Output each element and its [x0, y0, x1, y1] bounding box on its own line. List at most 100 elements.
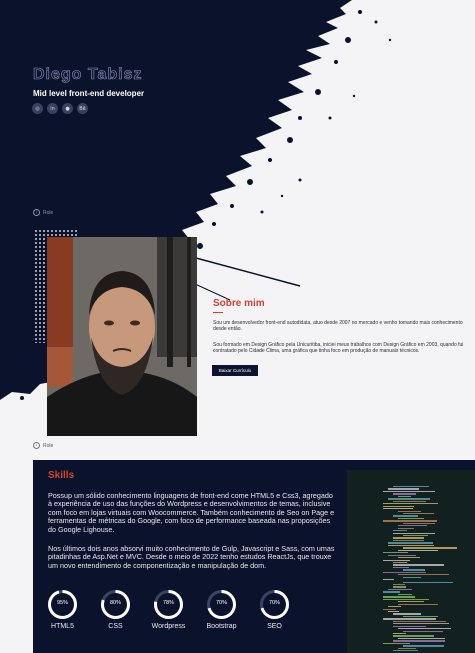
code-line: [388, 498, 430, 500]
code-line: [403, 645, 444, 647]
code-line: [383, 505, 414, 507]
code-line: [393, 500, 426, 502]
code-editor-image: [347, 470, 475, 653]
code-line: [383, 618, 436, 620]
skill-gauges: 95% HTML5 80% CSS 78% Wordpress 70% Boot…: [47, 589, 290, 630]
code-line: [388, 554, 416, 556]
code-line: [398, 525, 427, 527]
hero-role: Mid level front-end developer: [33, 89, 145, 98]
code-line: [393, 584, 405, 586]
skills-section: Skills Possup um sólido conhecimento lin…: [33, 460, 475, 653]
instagram-icon[interactable]: ◎: [32, 103, 43, 114]
code-line: [383, 520, 437, 522]
gauge-label: Bootstrap: [206, 623, 237, 630]
scroll-down-link[interactable]: ↓ Role: [33, 209, 53, 216]
code-line: [388, 588, 412, 591]
skill-gauge-css: 80% CSS: [100, 589, 131, 630]
code-line: [393, 633, 406, 635]
code-line: [388, 610, 399, 613]
code-line: [403, 547, 457, 549]
arrow-down-icon: ↓: [33, 442, 40, 449]
code-line: [398, 637, 445, 640]
code-line: [398, 510, 421, 512]
code-line: [393, 515, 418, 517]
code-line: [398, 517, 424, 520]
code-line: [388, 542, 433, 544]
code-line: [398, 628, 451, 630]
code-line: [393, 635, 434, 637]
skill-gauge-bootstrap: 70% Bootstrap: [206, 589, 237, 630]
gauge-label: HTML5: [51, 623, 74, 630]
code-line: [398, 647, 416, 649]
code-line: [383, 559, 410, 561]
code-line: [383, 571, 426, 574]
about-paragraph-1: Sou um desenvolvedor front-end autodidat…: [213, 320, 463, 332]
linkedin-icon[interactable]: in: [47, 103, 58, 114]
code-line: [403, 615, 438, 618]
gauge-percent: 70%: [215, 600, 227, 606]
code-line: [388, 606, 401, 608]
code-line: [393, 623, 449, 625]
arrow-down-icon: ↓: [33, 209, 40, 216]
gauge-label: SEO: [267, 623, 282, 630]
gauge-label: Wordpress: [151, 623, 186, 630]
gauge-label: CSS: [108, 623, 123, 630]
gauge-percent: 95%: [56, 600, 68, 606]
code-line: [383, 503, 438, 505]
code-line: [393, 539, 424, 542]
download-cv-button[interactable]: Baixar Currículo: [212, 365, 258, 376]
scroll-label: Role: [43, 442, 54, 449]
code-line: [403, 630, 443, 632]
behance-icon[interactable]: Bē: [77, 103, 88, 114]
code-line: [398, 593, 412, 596]
code-line: [393, 537, 424, 539]
social-links: ◎ in ● Bē: [32, 103, 88, 114]
code-line: [383, 490, 435, 493]
code-line: [398, 603, 438, 605]
skill-gauge-wordpress: 78% Wordpress: [151, 589, 186, 630]
code-line: [383, 598, 429, 600]
code-line: [383, 596, 415, 598]
code-line: [393, 613, 421, 615]
skills-paragraph-2: Nos últimos dois anos absorvi muito conh…: [48, 544, 335, 570]
code-line: [398, 495, 411, 498]
code-line: [383, 508, 413, 510]
code-line: [393, 530, 407, 532]
scroll-down-link-2[interactable]: ↓ Role: [33, 442, 53, 449]
code-line: [393, 586, 406, 588]
code-line: [383, 552, 408, 554]
code-line: [388, 544, 434, 547]
about-title: Sobre mim: [213, 298, 265, 309]
portfolio-page: Diego Tabisz Mid level front-end develop…: [0, 0, 475, 653]
code-line: [393, 620, 446, 623]
code-line: [393, 486, 429, 488]
gauge-percent: 78%: [162, 600, 174, 606]
skill-gauge-html5: 95% HTML5: [47, 589, 78, 630]
code-line: [398, 549, 438, 551]
code-line: [398, 574, 449, 576]
github-icon[interactable]: ●: [62, 103, 73, 114]
code-line: [393, 532, 435, 534]
code-line: [398, 527, 414, 529]
code-line: [383, 579, 394, 581]
code-line: [403, 522, 435, 525]
code-line: [388, 488, 419, 490]
about-paragraph-2: Sou formado em Design Gráfico pela Unicu…: [213, 342, 464, 354]
profile-photo: [47, 237, 197, 436]
code-line: [403, 581, 453, 583]
scroll-label: Role: [43, 209, 54, 216]
code-line: [393, 564, 444, 566]
skill-gauge-seo: 70% SEO: [259, 589, 290, 630]
code-line: [398, 601, 424, 603]
code-line: [393, 625, 426, 627]
skills-paragraph-1: Possup um sólido conhecimento linguagens…: [48, 491, 335, 534]
code-line: [403, 512, 434, 515]
code-line: [383, 642, 410, 645]
hero-name: Diego Tabisz: [33, 66, 143, 84]
code-line: [398, 557, 420, 559]
gauge-percent: 80%: [109, 600, 121, 606]
gauge-percent: 70%: [268, 600, 280, 606]
code-line: [393, 493, 416, 495]
code-line: [393, 561, 407, 564]
code-line: [383, 608, 396, 610]
